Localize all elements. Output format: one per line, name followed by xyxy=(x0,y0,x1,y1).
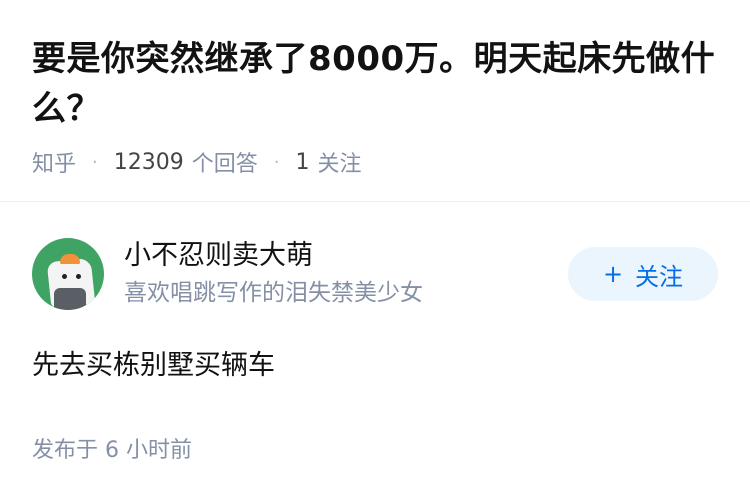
question-title[interactable]: 要是你突然继承了8000万。明天起床先做什么？ xyxy=(32,34,718,134)
follow-button[interactable]: + 关注 xyxy=(568,247,718,301)
answer-card: 小不忍则卖大萌 喜欢唱跳写作的泪失禁美少女 + 关注 先去买栋别墅买辆车 发布于… xyxy=(0,202,750,464)
follow-button-label: 关注 xyxy=(635,262,684,291)
avatar-eye xyxy=(76,274,81,279)
author-bio: 喜欢唱跳写作的泪失禁美少女 xyxy=(124,280,423,306)
follower-count: 1 xyxy=(295,149,310,175)
author-row: 小不忍则卖大萌 喜欢唱跳写作的泪失禁美少女 + 关注 xyxy=(32,238,718,310)
answer-count: 12309 xyxy=(113,149,184,175)
answer-timestamp: 发布于 6 小时前 xyxy=(32,438,192,463)
avatar[interactable] xyxy=(32,238,104,310)
separator-dot: · xyxy=(92,151,98,173)
answer-count-label: 个回答 xyxy=(191,152,258,177)
plus-icon: + xyxy=(602,260,624,288)
question-meta: 知乎 · 12309 个回答 · 1 关注 xyxy=(32,146,718,178)
answer-content[interactable]: 先去买栋别墅买辆车 xyxy=(32,346,718,386)
question-header: 要是你突然继承了8000万。明天起床先做什么？ 知乎 · 12309 个回答 ·… xyxy=(0,0,750,202)
avatar-hat xyxy=(60,254,80,264)
author-name[interactable]: 小不忍则卖大萌 xyxy=(124,238,568,274)
source-label[interactable]: 知乎 xyxy=(32,146,76,178)
avatar-suit xyxy=(54,288,86,310)
follower-count-label: 关注 xyxy=(317,152,362,177)
separator-dot: · xyxy=(273,151,280,173)
avatar-eye xyxy=(62,274,67,279)
author-info: 小不忍则卖大萌 喜欢唱跳写作的泪失禁美少女 xyxy=(124,238,568,310)
